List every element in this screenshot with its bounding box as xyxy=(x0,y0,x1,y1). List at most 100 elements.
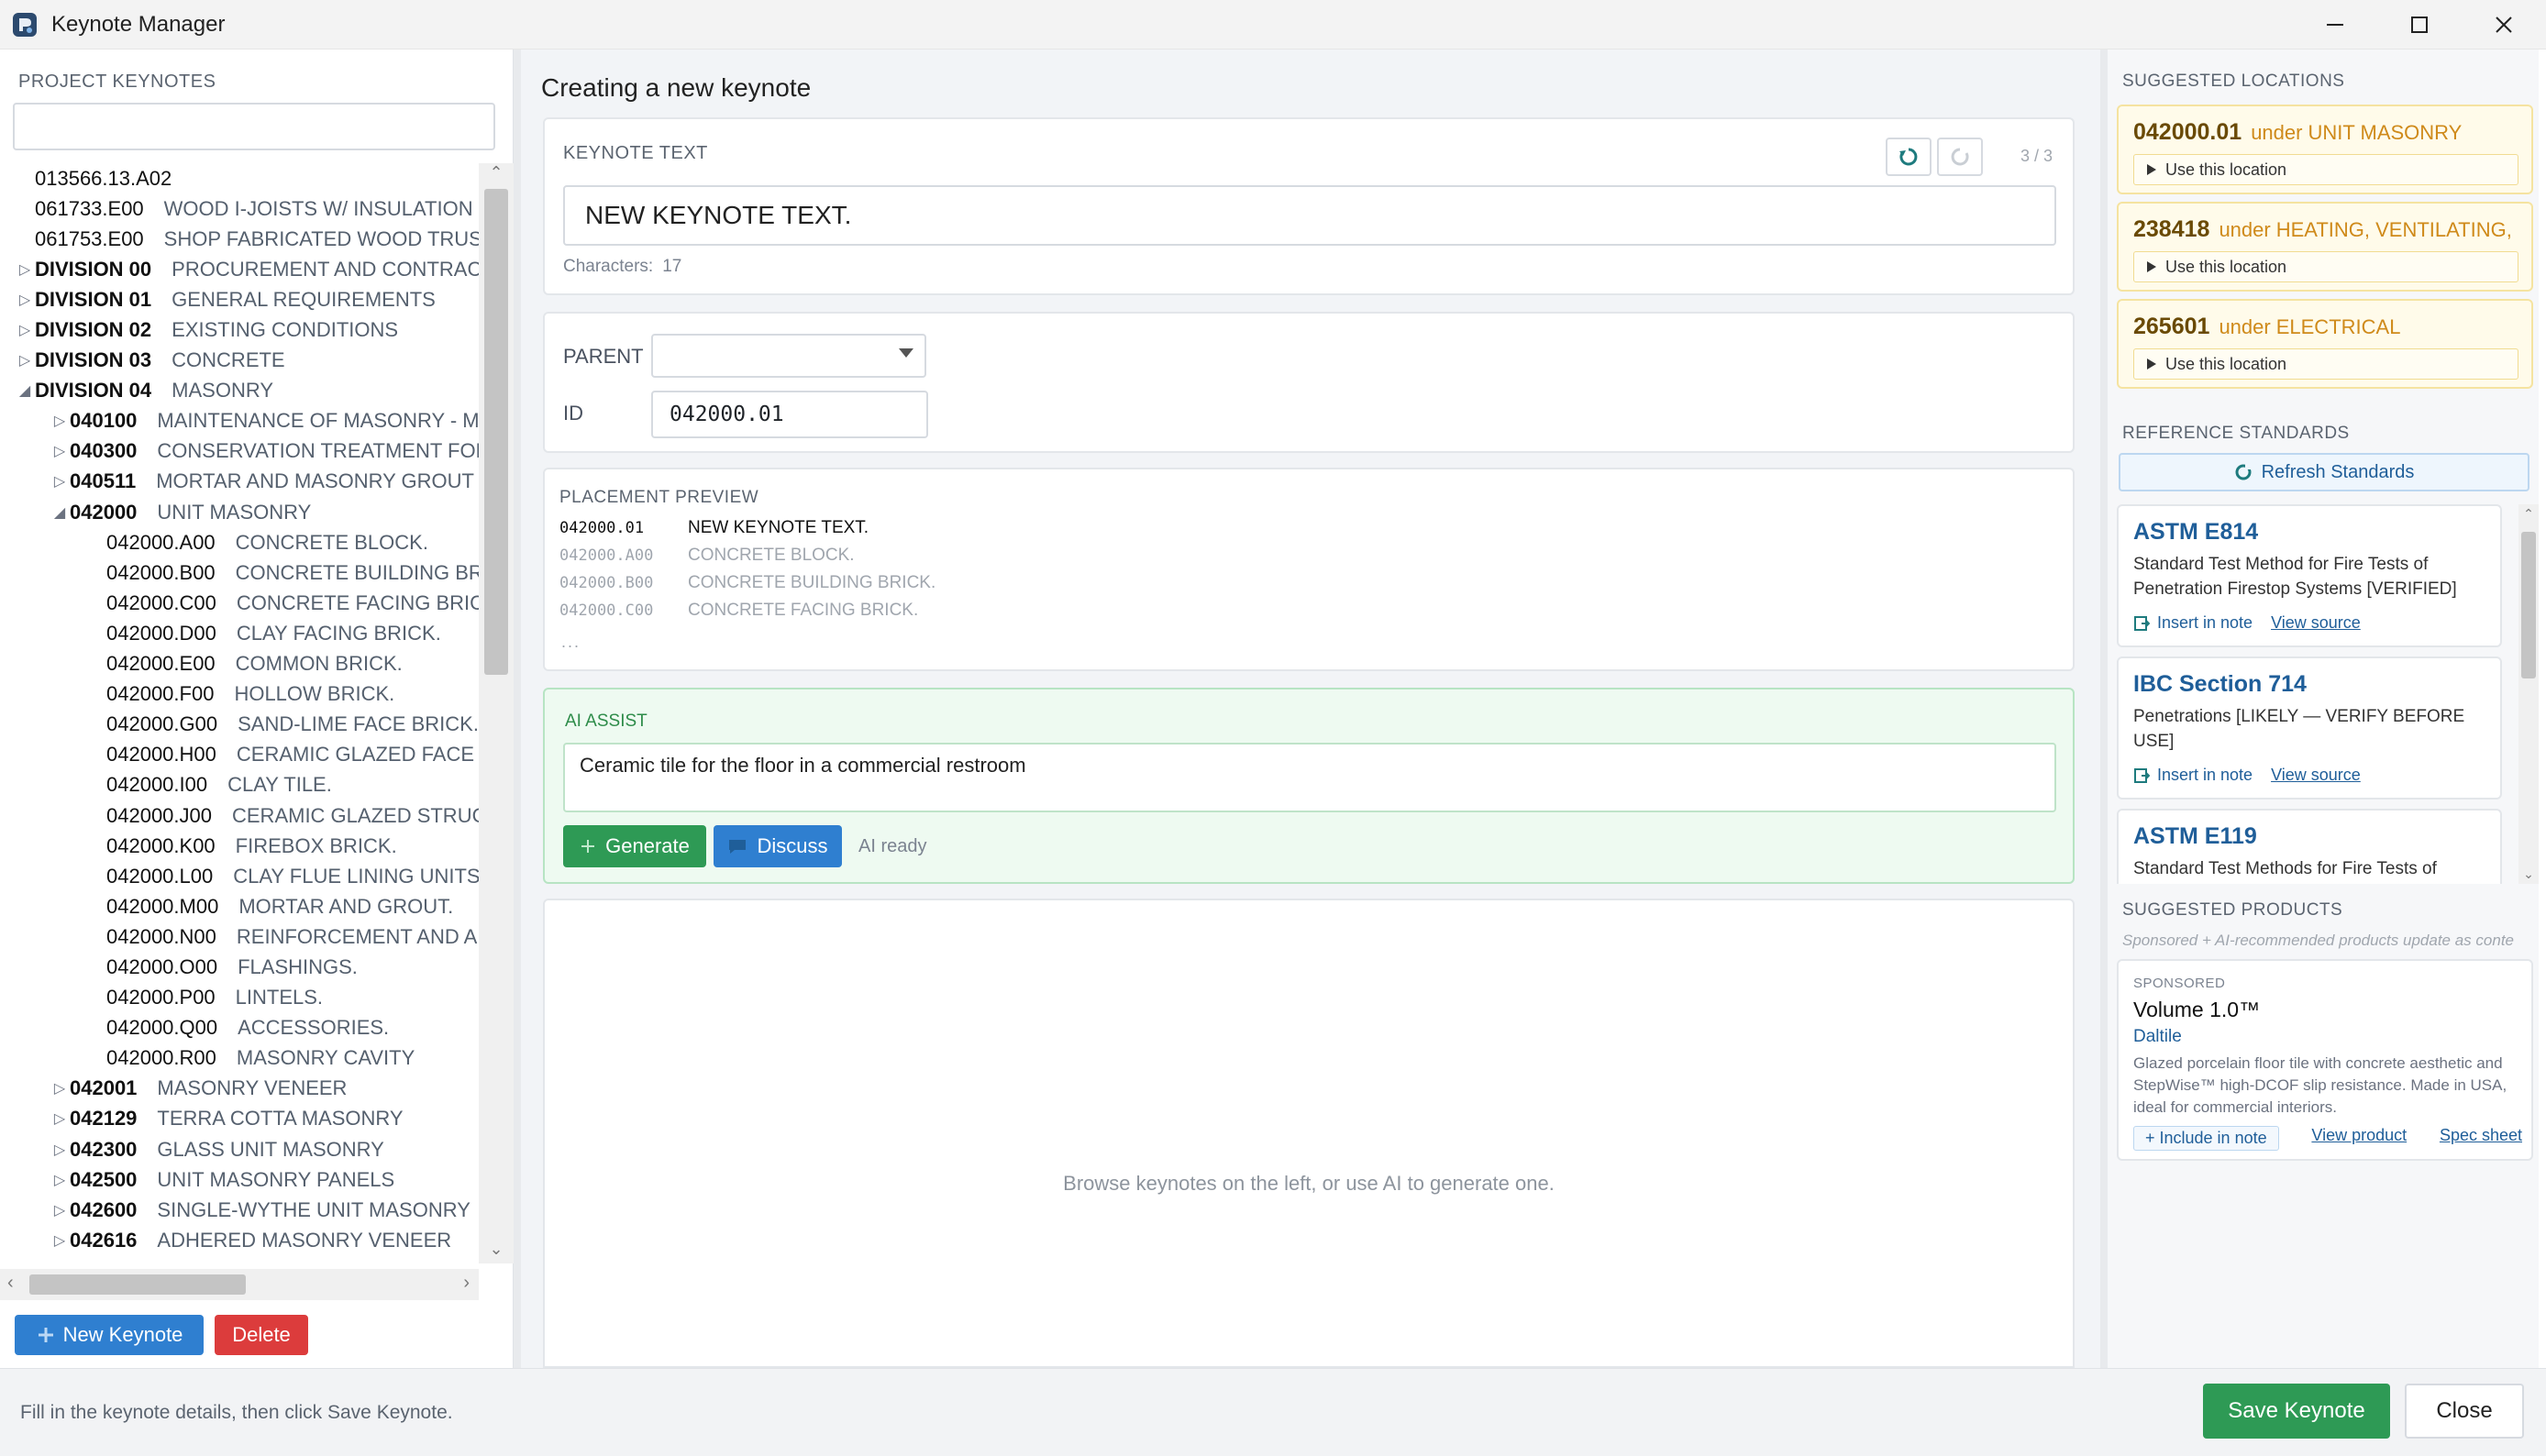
tree-item[interactable]: 042000.M00 MORTAR AND GROUT. xyxy=(0,891,479,921)
tree-item[interactable]: ▷ DIVISION 03 CONCRETE xyxy=(0,346,479,376)
tree-item[interactable]: ▷ 042500 UNIT MASONRY PANELS xyxy=(0,1164,479,1195)
tree-horizontal-scrollbar[interactable]: ‹ › xyxy=(0,1269,479,1300)
maximize-button[interactable] xyxy=(2377,0,2462,50)
tree-item[interactable]: 061753.E00 SHOP FABRICATED WOOD TRUSSES xyxy=(0,224,479,254)
tree-item[interactable]: ▷ 042129 TERRA COTTA MASONRY xyxy=(0,1104,479,1134)
right-splitter[interactable] xyxy=(2100,50,2108,1368)
tree-item[interactable]: 013566.13.A02 xyxy=(0,163,479,193)
use-location-button[interactable]: Use this location xyxy=(2133,251,2518,282)
tree-item[interactable]: ▷ 040100 MAINTENANCE OF MASONRY - MT xyxy=(0,406,479,436)
refresh-standards-button[interactable]: Refresh Standards xyxy=(2119,453,2529,491)
view-product-link[interactable]: View product xyxy=(2311,1126,2407,1151)
discuss-button[interactable]: Discuss xyxy=(714,825,842,867)
tree-item[interactable]: ▷ DIVISION 02 EXISTING CONDITIONS xyxy=(0,314,479,345)
expand-arrow-icon[interactable]: ▷ xyxy=(50,1171,70,1189)
keynote-text-input[interactable]: NEW KEYNOTE TEXT. xyxy=(563,185,2056,246)
tree-item[interactable]: 042000.H00 CERAMIC GLAZED FACE BR xyxy=(0,740,479,770)
generate-button[interactable]: Generate xyxy=(563,825,706,867)
tree-item[interactable]: ◢ DIVISION 04 MASONRY xyxy=(0,376,479,406)
expand-arrow-icon[interactable]: ▷ xyxy=(50,1079,70,1098)
expand-arrow-icon[interactable]: ▷ xyxy=(50,1231,70,1250)
tree-item[interactable]: 042000.R00 MASONRY CAVITY xyxy=(0,1043,479,1074)
tree-item[interactable]: 042000.G00 SAND-LIME FACE BRICK. xyxy=(0,710,479,740)
spec-sheet-link[interactable]: Spec sheet xyxy=(2440,1126,2522,1151)
expand-arrow-icon[interactable]: ▷ xyxy=(15,351,35,370)
scroll-thumb[interactable] xyxy=(2521,532,2536,678)
standard-title[interactable]: IBC Section 714 xyxy=(2133,671,2307,698)
expand-arrow-icon[interactable]: ▷ xyxy=(15,291,35,309)
parent-select[interactable] xyxy=(651,334,926,378)
tree-item[interactable]: 042000.E00 COMMON BRICK. xyxy=(0,649,479,679)
tree-item[interactable]: ▷ DIVISION 01 GENERAL REQUIREMENTS xyxy=(0,284,479,314)
tree-item[interactable]: 042000.B00 CONCRETE BUILDING BRICK xyxy=(0,557,479,588)
keynote-search-input[interactable] xyxy=(13,103,495,150)
tree-item[interactable]: 042000.D00 CLAY FACING BRICK. xyxy=(0,618,479,648)
collapse-arrow-icon[interactable]: ◢ xyxy=(50,503,70,522)
ai-prompt-input[interactable]: Ceramic tile for the floor in a commerci… xyxy=(563,743,2056,812)
scroll-thumb[interactable] xyxy=(484,189,508,675)
use-location-button[interactable]: Use this location xyxy=(2133,348,2518,380)
new-keynote-button[interactable]: New Keynote xyxy=(15,1315,204,1355)
title-bar: Keynote Manager xyxy=(0,0,2546,50)
tree-item[interactable]: 042000.O00 FLASHINGS. xyxy=(0,952,479,982)
delete-button[interactable]: Delete xyxy=(215,1315,308,1355)
standard-title[interactable]: ASTM E119 xyxy=(2133,823,2257,850)
expand-arrow-icon[interactable]: ▷ xyxy=(50,1109,70,1128)
tree-item[interactable]: ▷ 042600 SINGLE-WYTHE UNIT MASONRY xyxy=(0,1195,479,1225)
scroll-left-icon[interactable]: ‹ xyxy=(7,1273,14,1294)
tree-item[interactable]: ▷ 042300 GLASS UNIT MASONRY xyxy=(0,1134,479,1164)
expand-arrow-icon[interactable]: ▷ xyxy=(50,442,70,460)
expand-arrow-icon[interactable]: ▷ xyxy=(15,260,35,279)
include-in-note-button[interactable]: + Include in note xyxy=(2133,1126,2279,1151)
tree-item-code: DIVISION 00 xyxy=(35,257,152,281)
tree-item[interactable]: 061733.E00 WOOD I-JOISTS W/ INSULATION xyxy=(0,193,479,224)
scroll-up-icon[interactable]: ⌃ xyxy=(2518,506,2539,522)
insert-in-note-button[interactable]: Insert in note xyxy=(2133,766,2253,785)
left-splitter[interactable] xyxy=(514,50,521,1368)
tree-item[interactable]: 042000.Q00 ACCESSORIES. xyxy=(0,1013,479,1043)
redo-button[interactable] xyxy=(1937,138,1983,176)
expand-arrow-icon[interactable]: ▷ xyxy=(50,412,70,430)
tree-item[interactable]: 042000.N00 REINFORCEMENT AND AN xyxy=(0,921,479,952)
view-source-link[interactable]: View source xyxy=(2271,613,2361,633)
standard-title[interactable]: ASTM E814 xyxy=(2133,519,2258,546)
scroll-down-icon[interactable]: ⌄ xyxy=(2518,866,2539,882)
close-button[interactable]: Close xyxy=(2405,1384,2524,1439)
view-source-link[interactable]: View source xyxy=(2271,766,2361,785)
tree-item[interactable]: 042000.L00 CLAY FLUE LINING UNITS. xyxy=(0,861,479,891)
expand-arrow-icon[interactable]: ▷ xyxy=(50,1141,70,1159)
tree-item[interactable]: 042000.F00 HOLLOW BRICK. xyxy=(0,679,479,710)
expand-arrow-icon[interactable]: ▷ xyxy=(15,321,35,339)
use-location-button[interactable]: Use this location xyxy=(2133,154,2518,185)
expand-arrow-icon[interactable]: ▷ xyxy=(50,472,70,491)
collapse-arrow-icon[interactable]: ◢ xyxy=(15,381,35,400)
standards-scrollbar[interactable]: ⌃ ⌄ xyxy=(2518,504,2539,884)
tree-vertical-scrollbar[interactable]: ⌃ ⌄ xyxy=(479,163,514,1263)
tree-item[interactable]: ▷ 042001 MASONRY VENEER xyxy=(0,1074,479,1104)
scroll-right-icon[interactable]: › xyxy=(463,1273,470,1294)
undo-button[interactable] xyxy=(1886,138,1932,176)
scroll-thumb[interactable] xyxy=(29,1274,246,1295)
tree-item[interactable]: ◢ 042000 UNIT MASONRY xyxy=(0,497,479,527)
id-input[interactable]: 042000.01 xyxy=(651,391,928,438)
minimize-button[interactable] xyxy=(2293,0,2377,50)
product-brand[interactable]: Daltile xyxy=(2133,1027,2182,1047)
expand-arrow-icon[interactable]: ▷ xyxy=(50,1201,70,1219)
standards-list: ASTM E814 Standard Test Method for Fire T… xyxy=(2117,504,2539,884)
tree-item[interactable]: ▷ 040300 CONSERVATION TREATMENT FOR P xyxy=(0,436,479,467)
scroll-down-icon[interactable]: ⌄ xyxy=(479,1240,514,1263)
scroll-up-icon[interactable]: ⌃ xyxy=(479,163,514,187)
tree-item[interactable]: 042000.J00 CERAMIC GLAZED STRUCTU xyxy=(0,800,479,831)
refresh-icon xyxy=(2235,464,2252,480)
tree-item[interactable]: ▷DIVISION 00 PROCUREMENT AND CONTRACTING xyxy=(0,254,479,284)
tree-item[interactable]: 042000.K00 FIREBOX BRICK. xyxy=(0,831,479,861)
insert-in-note-button[interactable]: Insert in note xyxy=(2133,613,2253,633)
tree-item[interactable]: ▷ 042616 ADHERED MASONRY VENEER xyxy=(0,1225,479,1255)
tree-item[interactable]: 042000.C00 CONCRETE FACING BRICK. xyxy=(0,588,479,618)
tree-item[interactable]: ▷ 040511 MORTAR AND MASONRY GROUT xyxy=(0,467,479,497)
save-keynote-button[interactable]: Save Keynote xyxy=(2203,1384,2390,1439)
tree-item[interactable]: 042000.I00 CLAY TILE. xyxy=(0,770,479,800)
close-window-button[interactable] xyxy=(2462,0,2546,50)
tree-item[interactable]: 042000.A00 CONCRETE BLOCK. xyxy=(0,527,479,557)
tree-item[interactable]: 042000.P00 LINTELS. xyxy=(0,983,479,1013)
